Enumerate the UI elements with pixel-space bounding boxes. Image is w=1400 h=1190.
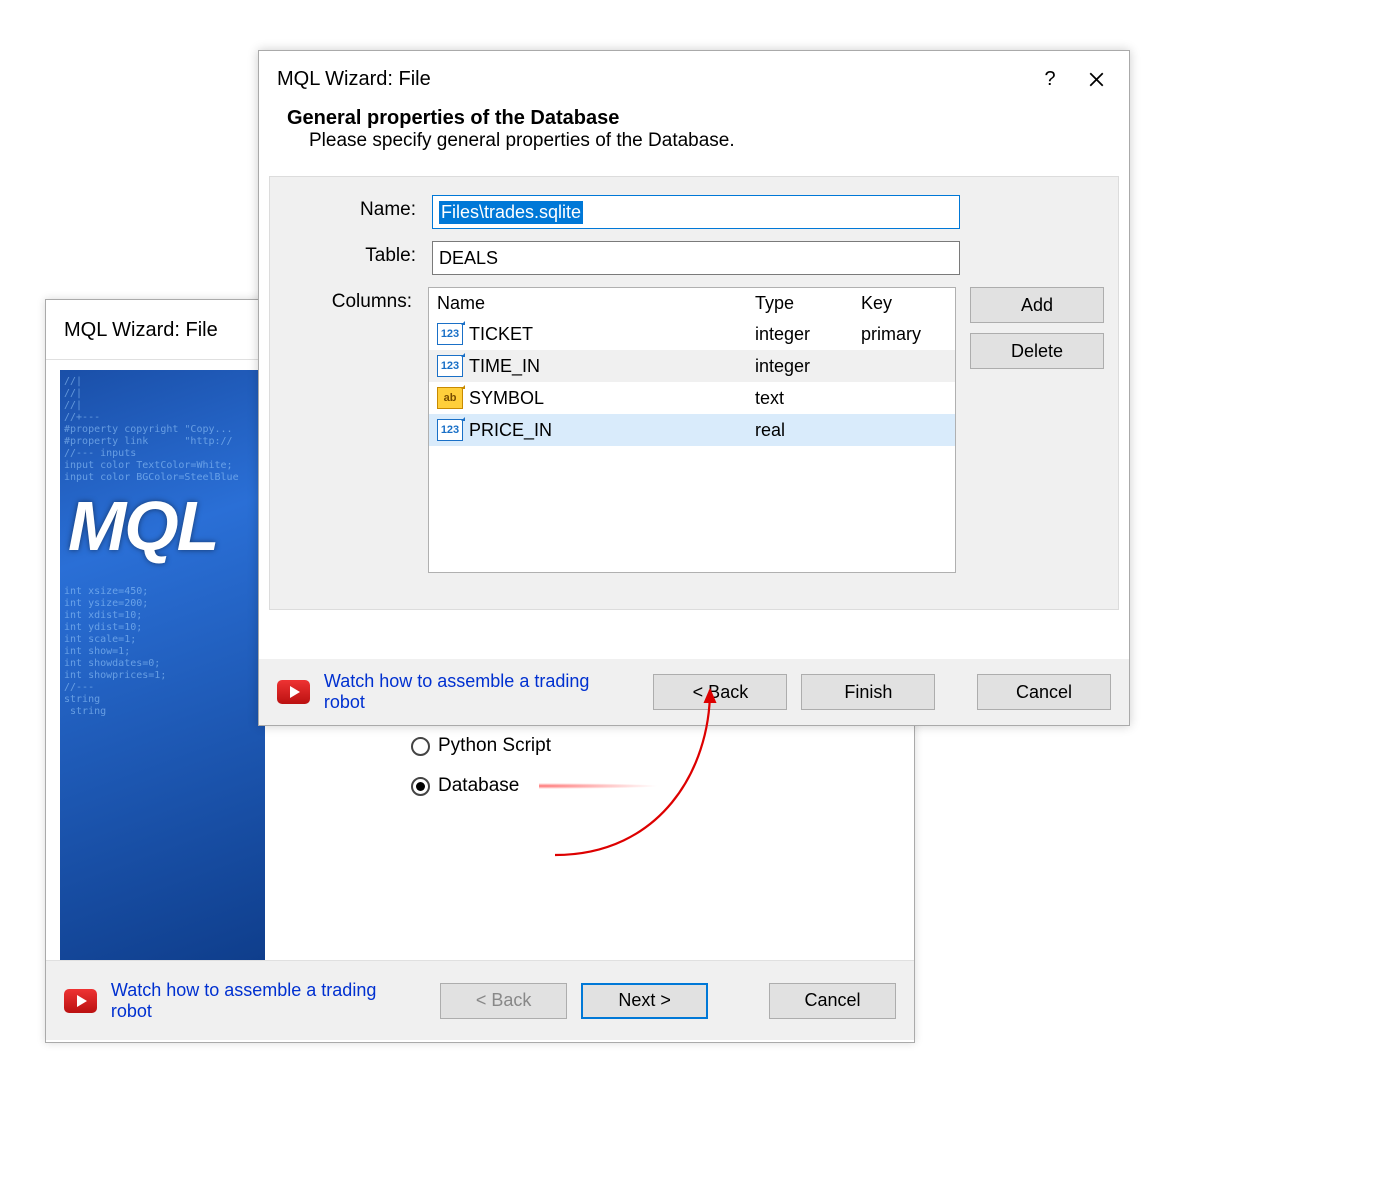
option-database[interactable]: Database: [411, 766, 914, 806]
name-value: Files\trades.sqlite: [439, 201, 583, 224]
cancel-button[interactable]: Cancel: [769, 983, 896, 1019]
mql-logo: MQL: [68, 520, 218, 532]
name-label: Name:: [284, 195, 432, 221]
watch-video-link[interactable]: Watch how to assemble a trading robot: [324, 671, 626, 713]
watch-video-link[interactable]: Watch how to assemble a trading robot: [111, 980, 412, 1022]
page-heading: General properties of the Database: [287, 107, 1101, 130]
real-type-icon: 123: [437, 419, 463, 441]
back-button: < Back: [440, 983, 567, 1019]
dialog-title: MQL Wizard: File: [277, 68, 431, 91]
text-type-icon: ab: [437, 387, 463, 409]
table-input[interactable]: DEALS: [432, 241, 960, 275]
name-input[interactable]: Files\trades.sqlite: [432, 195, 960, 229]
option-label: Python Script: [438, 735, 551, 757]
integer-type-icon: 123: [437, 355, 463, 377]
delete-column-button[interactable]: Delete: [970, 333, 1104, 369]
finish-button[interactable]: Finish: [801, 674, 935, 710]
next-button[interactable]: Next >: [581, 983, 708, 1019]
title-text: MQL Wizard: File: [64, 319, 218, 341]
column-row[interactable]: 123TIME_IN integer: [429, 350, 955, 382]
integer-type-icon: 123: [437, 323, 463, 345]
option-label: Database: [438, 775, 519, 797]
option-python-script[interactable]: Python Script: [411, 726, 914, 766]
highlight-glow: [539, 783, 659, 789]
radio-icon: [411, 737, 430, 756]
wizard-database-dialog: MQL Wizard: File ? General properties of…: [258, 50, 1130, 726]
table-label: Table:: [284, 241, 432, 267]
back-button[interactable]: < Back: [653, 674, 787, 710]
close-button[interactable]: [1073, 59, 1119, 99]
col-header-key: Key: [861, 293, 965, 314]
close-icon: [1089, 72, 1104, 87]
radio-icon: [411, 777, 430, 796]
youtube-icon[interactable]: [64, 989, 97, 1013]
page-subheading: Please specify general properties of the…: [287, 130, 1101, 152]
youtube-icon[interactable]: [277, 680, 310, 704]
columns-list[interactable]: Name Type Key 123TICKET integer primary …: [428, 287, 956, 573]
col-header-name: Name: [437, 293, 755, 314]
column-row[interactable]: 123TICKET integer primary: [429, 318, 955, 350]
column-row[interactable]: 123PRICE_IN real: [429, 414, 955, 446]
column-row[interactable]: abSYMBOL text: [429, 382, 955, 414]
cancel-button[interactable]: Cancel: [977, 674, 1111, 710]
columns-label: Columns:: [284, 287, 428, 313]
col-header-type: Type: [755, 293, 861, 314]
table-value: DEALS: [439, 248, 498, 269]
columns-header: Name Type Key: [429, 288, 955, 318]
help-button[interactable]: ?: [1027, 59, 1073, 99]
add-column-button[interactable]: Add: [970, 287, 1104, 323]
wizard-banner: //| //| //| //+--- #property copyright "…: [60, 370, 265, 960]
